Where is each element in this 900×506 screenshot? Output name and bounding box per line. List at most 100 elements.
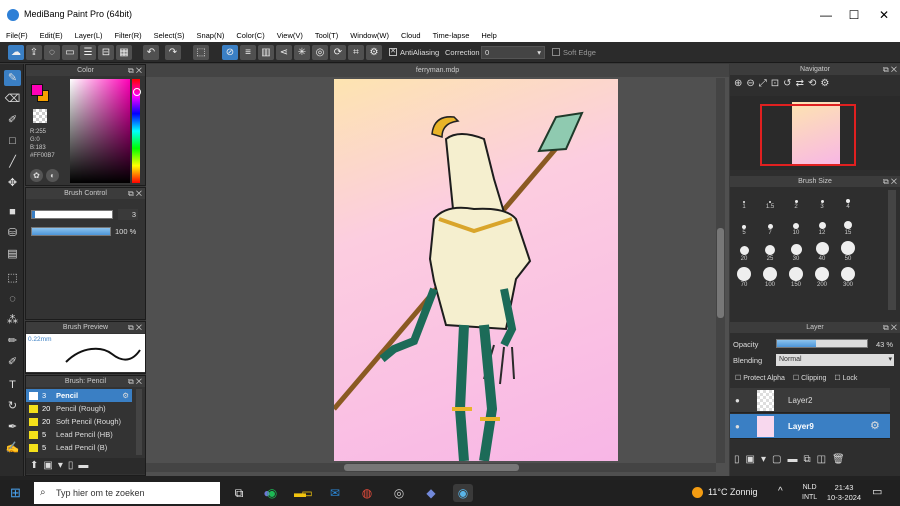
line-tool-icon[interactable]: ╱	[4, 154, 21, 170]
text-tool-icon[interactable]: T	[4, 377, 21, 393]
blending-select[interactable]: Normal ▾	[776, 354, 894, 366]
palette-icon[interactable]: ✿	[30, 169, 43, 182]
task-view-icon[interactable]: ⧉	[229, 484, 249, 502]
layer-row[interactable]: ● Layer2	[730, 388, 890, 413]
snap-3d-icon[interactable]: ⌗	[348, 45, 364, 60]
move-tool-icon[interactable]: ✥	[4, 175, 21, 191]
dot-tool-icon[interactable]: ✐	[4, 112, 21, 128]
shape-tool-icon[interactable]: □	[4, 133, 21, 149]
new-layer-icon[interactable]: ▯	[734, 454, 746, 465]
brush-size-option[interactable]: 5	[732, 214, 756, 238]
brush-item-lead-pencil-hb[interactable]: 5 Lead Pencil (HB)	[26, 428, 132, 441]
panel-icon[interactable]: ▭	[62, 45, 78, 60]
taskbar-search[interactable]: ⌕ Typ hier om te zoeken	[34, 482, 220, 504]
grid-icon[interactable]: ▦	[116, 45, 132, 60]
menu-layer[interactable]: Layer(L)	[69, 30, 109, 42]
layer-opacity-slider[interactable]	[776, 339, 868, 348]
layout-icon[interactable]: ⊟	[98, 45, 114, 60]
language-indicator[interactable]: NLD INTL	[802, 483, 817, 503]
brush-item-pencil[interactable]: 3 Pencil ⚙	[26, 389, 132, 402]
panel-close-icon[interactable]: ⧉ ✕	[128, 376, 142, 387]
panel-close-icon[interactable]: ⧉ ✕	[883, 322, 897, 333]
comment-icon[interactable]: ◌	[44, 45, 60, 60]
brush-size-scrollbar[interactable]	[888, 190, 896, 310]
panel-close-icon[interactable]: ⧉ ✕	[128, 322, 142, 333]
protect-alpha-checkbox[interactable]: ☐ Protect Alpha	[735, 374, 785, 382]
mail-icon[interactable]: ✉	[325, 484, 345, 502]
chrome-icon[interactable]: ◍	[357, 484, 377, 502]
hue-handle[interactable]	[133, 88, 141, 96]
brush-item-pencil-rough[interactable]: 20 Pencil (Rough)	[26, 402, 132, 415]
menu-timelapse[interactable]: Time-lapse	[427, 30, 476, 42]
undo-icon[interactable]: ↶	[143, 45, 159, 60]
document-icon[interactable]: ▯	[68, 460, 79, 471]
menu-window[interactable]: Window(W)	[344, 30, 395, 42]
color-sv-picker[interactable]	[70, 79, 130, 183]
navigator-viewport-frame[interactable]	[760, 104, 856, 166]
brush-size-option[interactable]: 40	[810, 240, 834, 264]
panel-close-icon[interactable]: ⧉ ✕	[883, 64, 897, 75]
antialias-checkbox[interactable]: ✕	[389, 48, 397, 56]
brush-size-option[interactable]: 10	[784, 214, 808, 238]
brush-item-soft-pencil-rough[interactable]: 20 Soft Pencil (Rough)	[26, 415, 132, 428]
brush-size-option[interactable]: 70	[732, 266, 756, 290]
brush-size-value[interactable]: 3	[118, 209, 138, 220]
flip-icon[interactable]: ⇄	[796, 78, 808, 89]
brush-size-option[interactable]: 30	[784, 240, 808, 264]
eraser-tool-icon[interactable]: ⌫	[4, 91, 21, 107]
layer-mask-icon[interactable]: ◫	[817, 454, 832, 465]
document-tab[interactable]: ferryman.mdp	[146, 64, 729, 77]
horizontal-scrollbar[interactable]	[146, 463, 716, 472]
weather-text[interactable]: 11°C Zonnig	[708, 487, 757, 497]
fill-rect-tool-icon[interactable]: ■	[4, 204, 21, 220]
panel-close-icon[interactable]: ⧉ ✕	[128, 188, 142, 199]
menu-color[interactable]: Color(C)	[230, 30, 270, 42]
brush-size-option[interactable]: 100	[758, 266, 782, 290]
brush-size-option[interactable]: 3	[810, 188, 834, 212]
notification-icon[interactable]: ▭	[872, 485, 882, 498]
correction-select[interactable]: 0 ▾	[481, 46, 545, 59]
brush-size-option[interactable]: 1.5	[758, 188, 782, 212]
brush-size-option[interactable]: 1	[732, 188, 756, 212]
snap-parallel-icon[interactable]: ≡	[240, 45, 256, 60]
menu-view[interactable]: View(V)	[271, 30, 309, 42]
color-wheel-icon[interactable]: ◐	[46, 169, 59, 182]
clock[interactable]: 21:43 10-3-2024	[826, 483, 862, 503]
maximize-button[interactable]: ☐	[840, 6, 868, 24]
actual-size-icon[interactable]: ⊡	[771, 78, 783, 89]
close-button[interactable]: ✕	[870, 6, 898, 24]
menu-edit[interactable]: Edit(E)	[34, 30, 69, 42]
gear-icon[interactable]: ⚙	[122, 391, 129, 400]
snap-off-icon[interactable]: ⊘	[222, 45, 238, 60]
brush-list-scrollbar[interactable]	[136, 389, 142, 455]
brush-opacity-value[interactable]: 100 %	[115, 227, 136, 236]
folder-icon[interactable]: ▬	[78, 460, 93, 471]
eye-icon[interactable]: ●	[735, 422, 740, 431]
snap-vanish-icon[interactable]: ⋖	[276, 45, 292, 60]
brush-size-option[interactable]: 150	[784, 266, 808, 290]
select-tool-icon[interactable]: ⬚	[4, 270, 21, 286]
snap-settings-icon[interactable]: ⚙	[366, 45, 382, 60]
eye-icon[interactable]: ●	[735, 396, 740, 405]
merge-layer-icon[interactable]: ⧉	[803, 454, 816, 465]
eyedropper-tool-icon[interactable]: ✒	[4, 419, 21, 435]
soft-edge-checkbox[interactable]	[552, 48, 560, 56]
navigator-preview[interactable]	[730, 96, 900, 170]
snap-grid-icon[interactable]: ▥	[258, 45, 274, 60]
menu-snap[interactable]: Snap(N)	[190, 30, 230, 42]
rotate-icon[interactable]: ↺	[783, 78, 795, 89]
redo-icon[interactable]: ↷	[165, 45, 181, 60]
add-layer-dropdown-icon[interactable]: ▾	[761, 454, 772, 465]
brush-opacity-slider[interactable]	[31, 227, 111, 236]
menu-cloud[interactable]: Cloud	[395, 30, 427, 42]
bucket-tool-icon[interactable]: ⛁	[4, 225, 21, 241]
brush-item-lead-pencil-b[interactable]: 5 Lead Pencil (B)	[26, 441, 132, 454]
zoom-out-icon[interactable]: ⊖	[746, 78, 758, 89]
brush-tool-icon[interactable]: ✎	[4, 70, 21, 86]
layer-row-selected[interactable]: ● Layer9 ⚙	[730, 414, 890, 439]
snap-curve-icon[interactable]: ⟳	[330, 45, 346, 60]
horizontal-scroll-thumb[interactable]	[344, 464, 519, 471]
panel-close-icon[interactable]: ⧉ ✕	[883, 176, 897, 187]
trash-icon[interactable]: 🗑	[832, 454, 851, 465]
snap-radial-icon[interactable]: ✳	[294, 45, 310, 60]
